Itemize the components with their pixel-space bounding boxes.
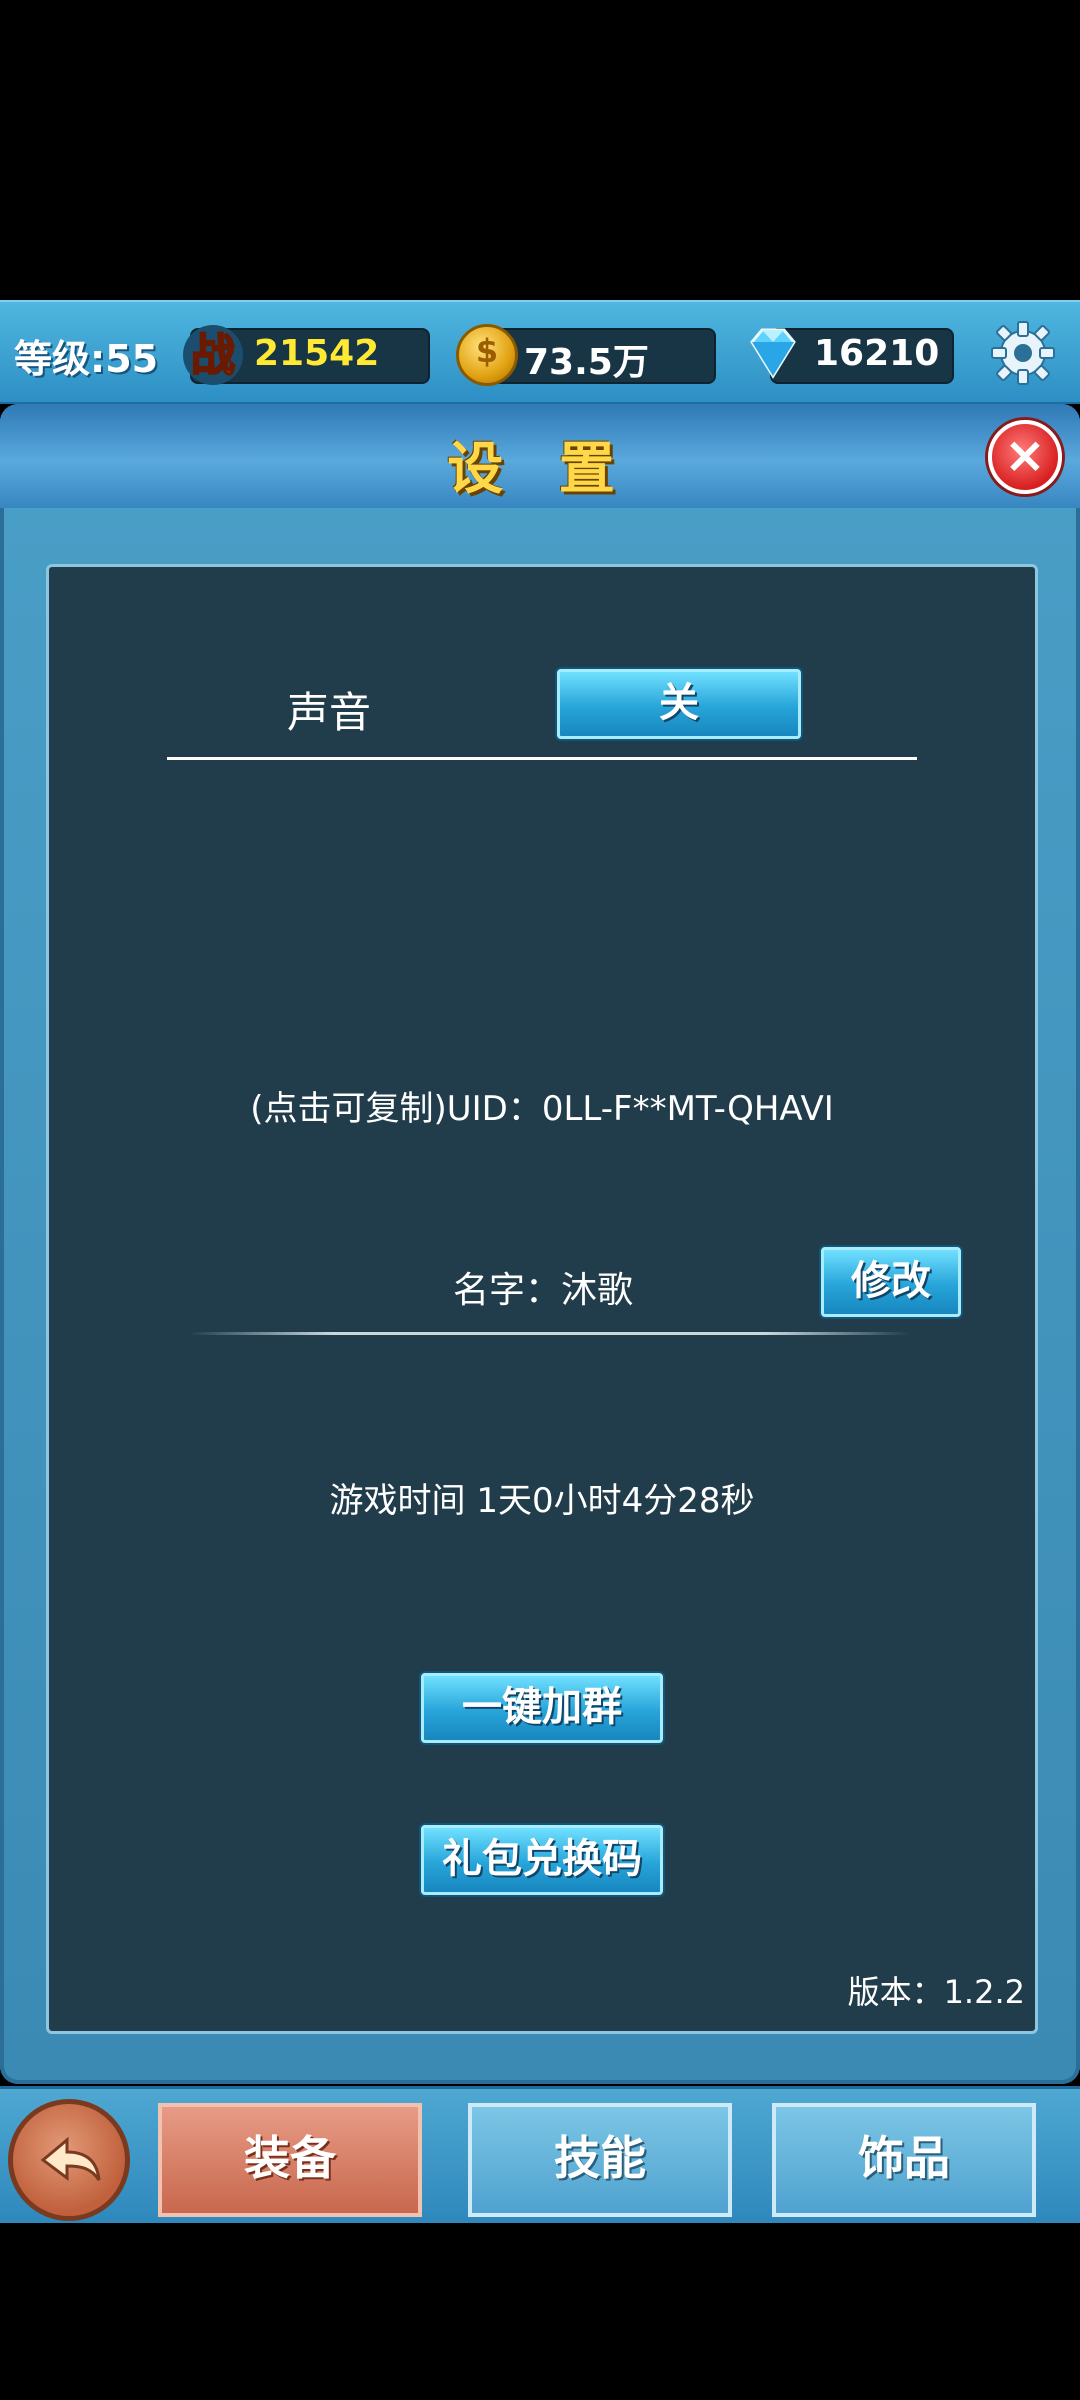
play-time: 游戏时间 1天0小时4分28秒 xyxy=(329,1481,755,1521)
sound-label: 声音 xyxy=(287,688,372,737)
close-icon: × xyxy=(1004,426,1046,484)
resource-bar: 等级:55 21542 战 73.5万 $ 16210 xyxy=(0,300,1080,404)
svg-text:战: 战 xyxy=(191,330,235,381)
power-icon: 战 xyxy=(183,325,243,385)
sound-toggle-button[interactable]: 关 xyxy=(557,669,801,739)
bottom-nav: 装备 技能 饰品 xyxy=(0,2086,1080,2223)
gem-value: 16210 xyxy=(814,333,940,374)
settings-panel: 设 置 × 声音 关 (点击可复制)UID：0LL-F**MT-QHAVI 名字… xyxy=(0,404,1080,2084)
player-level: 等级:55 xyxy=(14,337,159,381)
player-name: 名字：沐歌 xyxy=(453,1270,634,1311)
tab-accessories[interactable]: 饰品 xyxy=(772,2103,1036,2217)
divider xyxy=(167,757,917,760)
power-value: 21542 xyxy=(254,333,380,374)
tab-equipment[interactable]: 装备 xyxy=(158,2103,422,2217)
page-title: 设 置 xyxy=(447,437,633,502)
panel-header: 设 置 × xyxy=(0,404,1080,508)
version-label: 版本：1.2.2 xyxy=(847,1973,1025,2011)
rename-button[interactable]: 修改 xyxy=(821,1247,961,1317)
back-button[interactable] xyxy=(8,2099,130,2221)
divider xyxy=(189,1332,909,1335)
gold-coin-icon: $ xyxy=(456,324,518,386)
tab-skills[interactable]: 技能 xyxy=(468,2103,732,2217)
settings-content: 声音 关 (点击可复制)UID：0LL-F**MT-QHAVI 名字：沐歌 修改… xyxy=(46,564,1038,2034)
join-group-button[interactable]: 一键加群 xyxy=(421,1673,663,1743)
gear-icon[interactable] xyxy=(988,318,1058,388)
gold-value: 73.5万 xyxy=(524,342,649,383)
gift-code-button[interactable]: 礼包兑换码 xyxy=(421,1825,663,1895)
uid-copy-text[interactable]: (点击可复制)UID：0LL-F**MT-QHAVI xyxy=(49,1081,1035,1130)
close-button[interactable]: × xyxy=(988,420,1062,494)
back-arrow-icon xyxy=(40,2136,101,2181)
diamond-icon xyxy=(750,328,796,379)
